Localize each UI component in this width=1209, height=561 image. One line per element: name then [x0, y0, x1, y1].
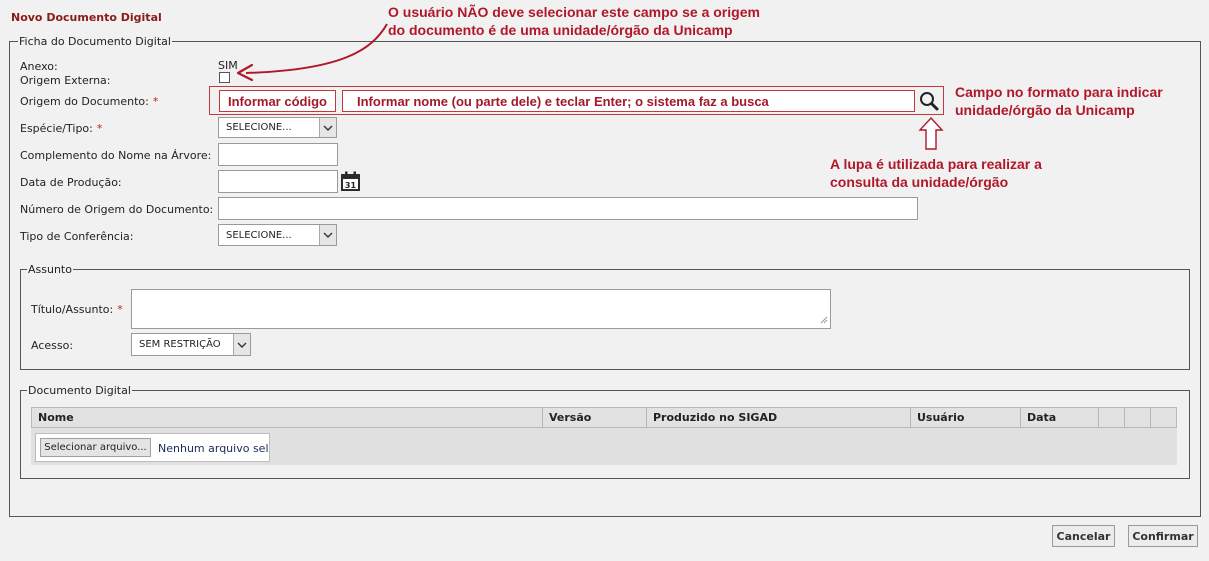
- acesso-select[interactable]: SEM RESTRIÇÃO: [131, 333, 251, 356]
- complemento-input[interactable]: [218, 143, 338, 166]
- acesso-label: Acesso:: [31, 339, 74, 352]
- titulo-assunto-textarea[interactable]: [131, 289, 831, 329]
- page-title: Novo Documento Digital: [11, 11, 162, 24]
- annotation-formato-campo-line1: Campo no formato para indicar: [955, 84, 1163, 100]
- annotation-lupa-line2: consulta da unidade/órgão: [830, 174, 1009, 190]
- codigo-input[interactable]: Informar código: [219, 90, 336, 112]
- column-header-versao[interactable]: Versão: [543, 408, 647, 427]
- column-header-nome[interactable]: Nome: [32, 408, 543, 427]
- ficha-legend: Ficha do Documento Digital: [19, 35, 171, 48]
- nome-busca-input[interactable]: Informar nome (ou parte dele) e teclar E…: [342, 90, 915, 112]
- chevron-down-icon: [319, 118, 336, 137]
- required-mark: *: [117, 303, 123, 316]
- annotation-origem-externa: O usuário NÃO deve selecionar este campo…: [388, 3, 760, 39]
- annotation-lupa: A lupa é utilizada para realizar a consu…: [830, 155, 1042, 191]
- especie-select-value: SELECIONE...: [226, 122, 292, 133]
- tipo-conferencia-label: Tipo de Conferência:: [20, 230, 134, 243]
- annotation-formato-campo: Campo no formato para indicar unidade/ór…: [955, 83, 1163, 119]
- annotation-formato-campo-line2: unidade/órgão da Unicamp: [955, 102, 1135, 118]
- column-header-data[interactable]: Data: [1021, 408, 1099, 427]
- annotation-origem-externa-line1: O usuário NÃO deve selecionar este campo…: [388, 4, 760, 20]
- data-producao-label: Data de Produção:: [20, 176, 122, 189]
- numero-origem-label: Número de Origem do Documento:: [20, 203, 214, 216]
- required-mark: *: [96, 122, 103, 135]
- titulo-assunto-label: Título/Assunto: *: [31, 303, 123, 316]
- especie-label: Espécie/Tipo: *: [20, 122, 102, 135]
- column-header-action-1: [1099, 408, 1125, 427]
- numero-origem-input[interactable]: [218, 197, 918, 220]
- curved-arrow-icon: [236, 23, 388, 82]
- tipo-conferencia-value: SELECIONE...: [226, 229, 292, 241]
- annotation-lupa-line1: A lupa é utilizada para realizar a: [830, 156, 1042, 172]
- column-header-usuario[interactable]: Usuário: [911, 408, 1021, 427]
- calendar-icon[interactable]: 31: [340, 171, 361, 192]
- file-input[interactable]: Selecionar arquivo... Nenhum arquivo sel: [35, 433, 270, 462]
- cancel-button[interactable]: Cancelar: [1052, 525, 1115, 547]
- acesso-value: SEM RESTRIÇÃO: [139, 339, 221, 350]
- resize-grip-icon[interactable]: [820, 314, 828, 327]
- tipo-conferencia-select[interactable]: SELECIONE...: [218, 224, 337, 246]
- select-file-button[interactable]: Selecionar arquivo...: [40, 438, 151, 457]
- annotation-origem-externa-line2: do documento é de uma unidade/órgão da U…: [388, 22, 733, 38]
- complemento-label: Complemento do Nome na Árvore:: [20, 149, 212, 162]
- chevron-down-icon: [233, 334, 250, 355]
- data-producao-input[interactable]: [218, 170, 338, 193]
- especie-select[interactable]: SELECIONE...: [218, 117, 337, 138]
- file-status-text: Nenhum arquivo sel: [158, 442, 269, 455]
- assunto-legend: Assunto: [28, 263, 72, 276]
- especie-label-text: Espécie/Tipo:: [20, 122, 93, 135]
- column-header-action-3: [1151, 408, 1176, 427]
- calendar-day: 31: [345, 181, 357, 190]
- column-header-action-2: [1125, 408, 1151, 427]
- origem-documento-label: Origem do Documento: *: [20, 95, 158, 108]
- column-header-produzido-sigad[interactable]: Produzido no SIGAD: [647, 408, 911, 427]
- origem-documento-label-text: Origem do Documento:: [20, 95, 149, 108]
- confirm-button[interactable]: Confirmar: [1128, 525, 1198, 547]
- chevron-down-icon: [319, 225, 336, 245]
- documento-digital-legend: Documento Digital: [28, 384, 131, 397]
- arrow-up-outline-icon: [918, 116, 944, 150]
- search-icon[interactable]: [917, 90, 941, 112]
- titulo-assunto-label-text: Título/Assunto:: [31, 303, 114, 316]
- origem-externa-label: Origem Externa:: [20, 74, 111, 87]
- documents-table-header: Nome Versão Produzido no SIGAD Usuário D…: [31, 407, 1177, 428]
- required-mark: *: [152, 95, 159, 108]
- anexo-label: Anexo:: [20, 60, 58, 73]
- origem-externa-checkbox[interactable]: [219, 72, 230, 83]
